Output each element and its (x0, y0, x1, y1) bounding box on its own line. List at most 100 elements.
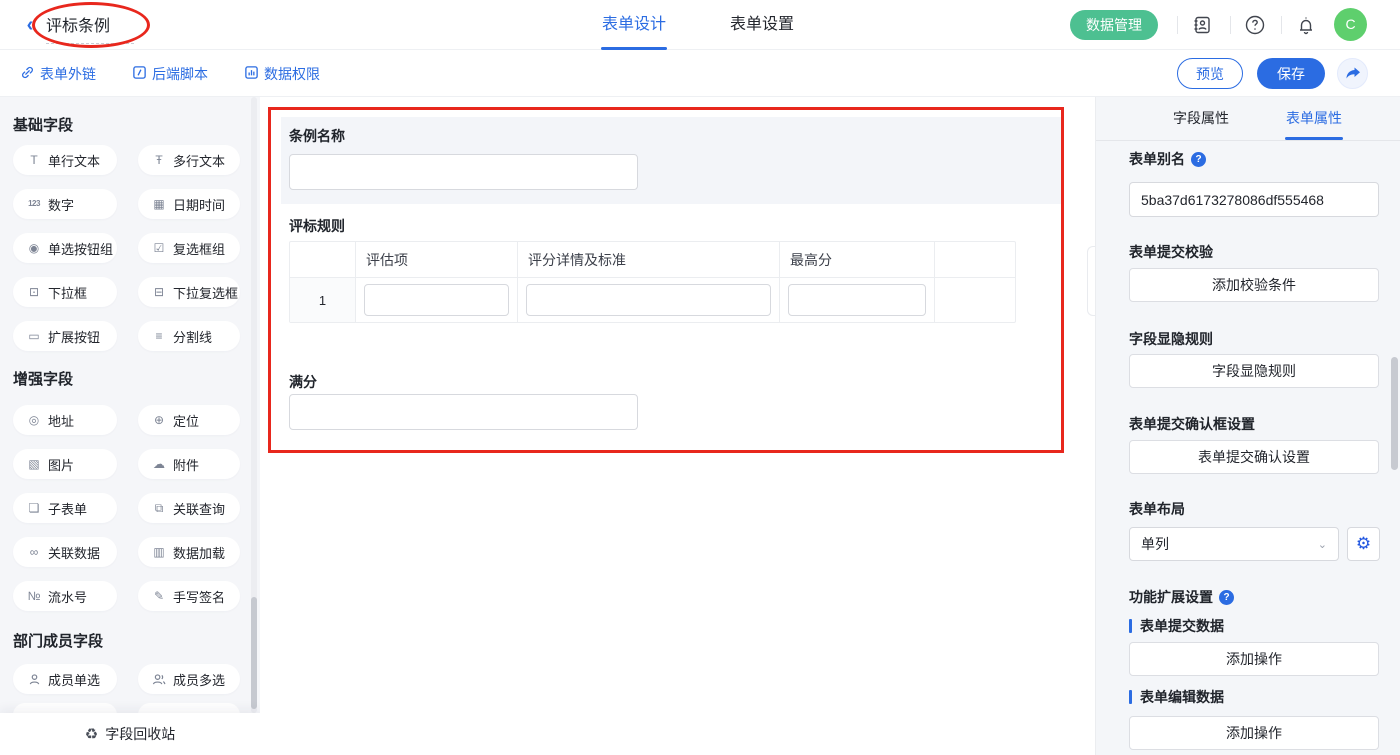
sidebar-item-member-single[interactable]: 成员单选 (13, 664, 117, 694)
sidebar-item-data-load[interactable]: ▥数据加载 (138, 537, 240, 567)
radio-icon: ◉ (26, 242, 42, 254)
sidebar-item-extend-button[interactable]: ▭扩展按钮 (13, 321, 117, 351)
form-toolbar: 表单外链 后端脚本 数据权限 (0, 50, 1400, 97)
field-label-full-score: 满分 (289, 372, 317, 392)
section-title-enhanced-fields: 增强字段 (13, 368, 73, 389)
form-alias-input[interactable] (1129, 182, 1379, 217)
multi-dropdown-icon: ⊟ (151, 286, 167, 298)
dropdown-icon: ⊡ (26, 286, 42, 298)
tab-field-properties[interactable]: 字段属性 (1168, 97, 1234, 140)
submit-confirm-button[interactable]: 表单提交确认设置 (1129, 440, 1379, 474)
sidebar-item-subform[interactable]: ❏子表单 (13, 493, 117, 523)
share-button[interactable] (1337, 58, 1368, 89)
visibility-rule-button[interactable]: 字段显隐规则 (1129, 354, 1379, 388)
max-score-input[interactable] (788, 284, 926, 316)
regulation-name-input[interactable] (289, 154, 638, 190)
button-icon: ▭ (26, 330, 42, 342)
sidebar-item-address[interactable]: ◎地址 (13, 405, 117, 435)
sidebar-item-datetime[interactable]: ▦日期时间 (138, 189, 240, 219)
section-title-member-fields: 部门成员字段 (13, 630, 103, 651)
group-accent-bar (1129, 619, 1132, 633)
group-accent-bar (1129, 690, 1132, 704)
gear-icon: ⚙ (1356, 534, 1371, 553)
enhanced-fields-grid: ◎地址 ⊕定位 ▧图片 ☁附件 ❏子表单 ⧉关联查询 ∞关联数据 ▥数据加载 №… (13, 405, 240, 611)
table-header-score-detail: 评分详情及标准 (518, 242, 780, 278)
bell-icon[interactable] (1296, 14, 1318, 36)
header-divider (1230, 16, 1231, 34)
sidebar-item-dropdown[interactable]: ⊡下拉框 (13, 277, 117, 307)
help-icon[interactable] (1244, 14, 1266, 36)
submit-data-add-action-button[interactable]: 添加操作 (1129, 642, 1379, 676)
field-label-bid-rules: 评标规则 (289, 216, 345, 236)
layout-gear-button[interactable]: ⚙ (1347, 527, 1380, 561)
sidebar-item-radio-group[interactable]: ◉单选按钮组 (13, 233, 117, 263)
form-external-link[interactable]: 表单外链 (20, 64, 96, 84)
sidebar-item-single-line-text[interactable]: T单行文本 (13, 145, 117, 175)
tab-form-settings[interactable]: 表单设置 (726, 0, 798, 50)
sidebar-item-member-multi[interactable]: 成员多选 (138, 664, 240, 694)
header-divider (1281, 16, 1282, 34)
data-permission-link[interactable]: 数据权限 (244, 64, 320, 84)
checkbox-icon: ☑ (151, 242, 167, 254)
target-icon: ⊕ (151, 414, 167, 426)
submit-check-label: 表单提交校验 (1129, 242, 1213, 262)
script-icon (132, 65, 147, 83)
tab-form-properties[interactable]: 表单属性 (1281, 97, 1347, 140)
extension-help-icon[interactable]: ? (1219, 590, 1234, 605)
add-check-condition-button[interactable]: 添加校验条件 (1129, 268, 1379, 302)
backend-script-link[interactable]: 后端脚本 (132, 64, 208, 84)
form-canvas: 条例名称 评标规则 评估项 评分详情及标准 最高分 1 满分 (260, 97, 1095, 755)
alias-help-icon[interactable]: ? (1191, 152, 1206, 167)
preview-button[interactable]: 预览 (1177, 58, 1243, 89)
sidebar-item-divider-line[interactable]: ≡分割线 (138, 321, 240, 351)
top-header: ‹ 评标条例 表单设计 表单设置 数据管理 (0, 0, 1400, 50)
sidebar-item-multi-line-text[interactable]: Ŧ多行文本 (138, 145, 240, 175)
page-title[interactable]: 评标条例 (46, 12, 134, 44)
bid-rules-table: 评估项 评分详情及标准 最高分 1 (289, 241, 1016, 323)
submit-confirm-label: 表单提交确认框设置 (1129, 414, 1255, 434)
field-label-regulation-name: 条例名称 (289, 126, 345, 146)
sidebar-item-signature[interactable]: ✎手写签名 (138, 581, 240, 611)
app-root: ‹ 评标条例 表单设计 表单设置 数据管理 (0, 0, 1400, 755)
sidebar-scrollbar-thumb[interactable] (251, 597, 257, 709)
sidebar-item-related-data[interactable]: ∞关联数据 (13, 537, 117, 567)
table-row-number: 1 (290, 278, 356, 322)
tab-form-design[interactable]: 表单设计 (598, 0, 670, 50)
panel-tab-divider (1096, 140, 1400, 141)
calendar-icon: ▦ (151, 198, 167, 210)
avatar[interactable]: C (1334, 8, 1367, 41)
sidebar-item-image[interactable]: ▧图片 (13, 449, 117, 479)
sidebar-item-attachment[interactable]: ☁附件 (138, 449, 240, 479)
sidebar-item-related-query[interactable]: ⧉关联查询 (138, 493, 240, 523)
sidebar-item-multi-dropdown[interactable]: ⊟下拉复选框 (138, 277, 240, 307)
back-button[interactable]: ‹ (20, 13, 40, 37)
extension-settings-label: 功能扩展设置 ? (1129, 587, 1234, 607)
sidebar-item-location[interactable]: ⊕定位 (138, 405, 240, 435)
link-icon (20, 65, 35, 83)
field-recycle-bin[interactable]: ♻ 字段回收站 (0, 713, 260, 755)
share-arrow-icon (1345, 67, 1361, 81)
multiline-icon: Ŧ (151, 154, 167, 166)
full-score-input[interactable] (289, 394, 638, 430)
sidebar-item-checkbox-group[interactable]: ☑复选框组 (138, 233, 240, 263)
submit-data-group-label: 表单提交数据 (1129, 616, 1224, 636)
score-detail-input[interactable] (526, 284, 771, 316)
link-data-icon: ∞ (26, 546, 42, 558)
member-fields-grid: 成员单选 成员多选 (13, 664, 240, 694)
visibility-rule-label: 字段显隐规则 (1129, 329, 1213, 349)
pen-icon: ✎ (151, 590, 167, 602)
query-icon: ⧉ (151, 502, 167, 514)
sidebar-item-number[interactable]: 123数字 (13, 189, 117, 219)
table-cell-extra (935, 278, 1015, 322)
data-manage-button[interactable]: 数据管理 (1070, 10, 1158, 40)
recycle-icon: ♻ (85, 725, 98, 743)
sidebar-item-serial-number[interactable]: №流水号 (13, 581, 117, 611)
properties-panel: 字段属性 表单属性 表单别名 ? 表单提交校验 添加校验条件 字段显隐规则 字段… (1095, 97, 1400, 755)
form-layout-select[interactable]: 单列 ⌄ (1129, 527, 1339, 561)
address-book-icon[interactable] (1192, 14, 1214, 36)
save-button[interactable]: 保存 (1257, 58, 1325, 89)
panel-scrollbar-thumb[interactable] (1391, 357, 1398, 470)
pin-icon: ◎ (26, 414, 42, 426)
edit-data-add-action-button[interactable]: 添加操作 (1129, 716, 1379, 750)
evaluation-item-input[interactable] (364, 284, 509, 316)
